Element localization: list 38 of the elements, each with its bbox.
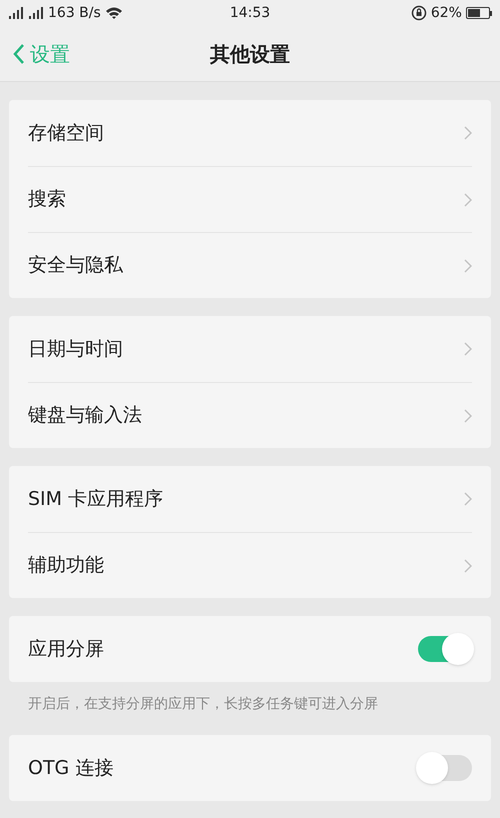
chevron-icon [464,558,472,572]
row-label: 键盘与输入法 [28,403,142,428]
hint-text: 开启后，在支持分屏的应用下，长按多任务键可进入分屏 [27,695,379,714]
chevron-icon [464,492,472,506]
settings-row[interactable]: SIM 卡应用程序 [28,466,472,532]
row-label: 应用分屏 [28,636,104,662]
row-label: 辅助功能 [28,553,104,578]
settings-row[interactable]: 安全与隐私 [28,232,472,298]
chevron-icon [464,342,472,356]
settings-row[interactable]: 日期与时间 [28,316,472,382]
settings-row[interactable]: 键盘与输入法 [28,382,472,448]
settings-row[interactable]: OTG 连接 [28,735,472,801]
battery-percent: 62% [430,4,462,22]
back-chevron-icon [12,42,26,64]
signal-icon [8,6,24,20]
toggle-switch[interactable] [418,636,472,662]
settings-row[interactable]: 应用分屏 [28,616,472,682]
chevron-icon [464,408,472,422]
settings-row[interactable]: 辅助功能 [28,532,472,598]
page-title: 其他设置 [210,40,290,68]
row-label: SIM 卡应用程序 [28,486,164,512]
settings-row[interactable]: 搜索 [28,166,472,232]
battery-icon [466,7,492,19]
clock: 14:53 [228,4,272,22]
network-speed: 163 B/s [48,4,101,22]
row-label: OTG 连接 [28,756,114,781]
chevron-icon [464,258,472,272]
chevron-icon [464,192,472,206]
settings-row[interactable]: 存储空间 [28,100,472,166]
row-label: 存储空间 [28,120,104,146]
row-label: 搜索 [28,187,66,212]
row-label: 安全与隐私 [28,253,123,278]
toggle-switch[interactable] [418,755,472,781]
wifi-icon [104,6,123,20]
signal-icon [28,6,44,20]
row-label: 日期与时间 [28,336,123,362]
rotation-lock-icon [410,5,427,21]
chevron-icon [464,126,472,140]
